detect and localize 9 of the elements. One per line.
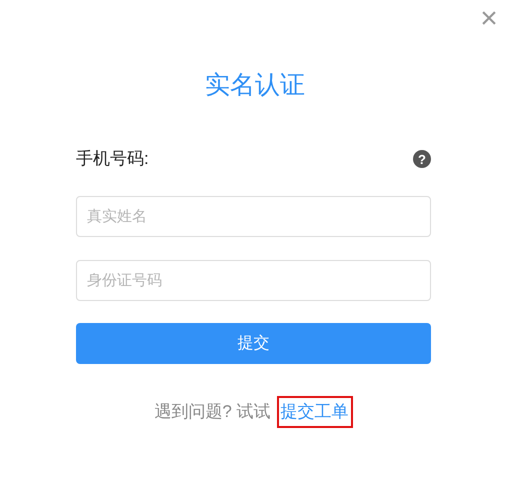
close-button[interactable]: ×	[476, 6, 502, 32]
ticket-link[interactable]: 提交工单	[276, 396, 353, 428]
phone-label: 手机号码:	[76, 148, 149, 170]
input-field[interactable]: 真实姓名	[76, 196, 431, 237]
input-field[interactable]: 身份证号码	[76, 260, 431, 301]
help-text: 遇到问题? 试试	[154, 401, 271, 423]
dialog-title: 实名认证	[205, 70, 305, 101]
submit-button[interactable]: 提交	[76, 323, 431, 364]
help-icon[interactable]: ?	[413, 150, 431, 168]
